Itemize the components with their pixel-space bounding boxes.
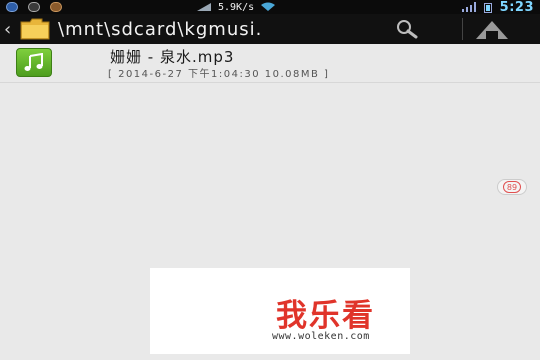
- floating-speed-badge[interactable]: 89: [497, 179, 527, 195]
- back-chevron-icon[interactable]: ‹: [4, 19, 18, 40]
- clock-text: 5:23: [499, 0, 534, 15]
- k-icon: [6, 2, 18, 12]
- wifi-icon: [261, 2, 276, 11]
- watermark-panel: 我乐看 www.woleken.com: [150, 268, 410, 354]
- current-path: \mnt\sdcard\kgmusi.: [58, 18, 263, 40]
- file-meta: [ 2014-6-27 下午1:04:30 10.08MB ]: [108, 69, 330, 80]
- watermark-url: www.woleken.com: [272, 331, 370, 342]
- signal-icon: [197, 3, 211, 11]
- status-center: 5.9K/s: [196, 0, 276, 14]
- folder-icon: [20, 18, 50, 40]
- action-divider: [462, 18, 463, 40]
- search-icon[interactable]: [396, 19, 418, 39]
- home-icon[interactable]: [474, 17, 510, 41]
- music-note-icon: [16, 48, 52, 77]
- badge-value: 89: [503, 181, 521, 193]
- status-right: 5:23: [461, 0, 534, 15]
- app-icon: [50, 2, 62, 12]
- path-bar: ‹ \mnt\sdcard\kgmusi.: [0, 14, 540, 44]
- net-speed-text: 5.9K/s: [218, 1, 255, 13]
- battery-icon: [483, 2, 492, 13]
- file-name: 姗姗 - 泉水.mp3: [110, 48, 235, 66]
- watermark-logo: 我乐看: [276, 298, 375, 334]
- notification-icon: [28, 2, 40, 12]
- list-item[interactable]: 姗姗 - 泉水.mp3 [ 2014-6-27 下午1:04:30 10.08M…: [0, 44, 540, 83]
- status-bar: 5.9K/s 5:23: [0, 0, 540, 15]
- status-left-icons: [0, 2, 62, 12]
- cellular-icon: [461, 2, 476, 12]
